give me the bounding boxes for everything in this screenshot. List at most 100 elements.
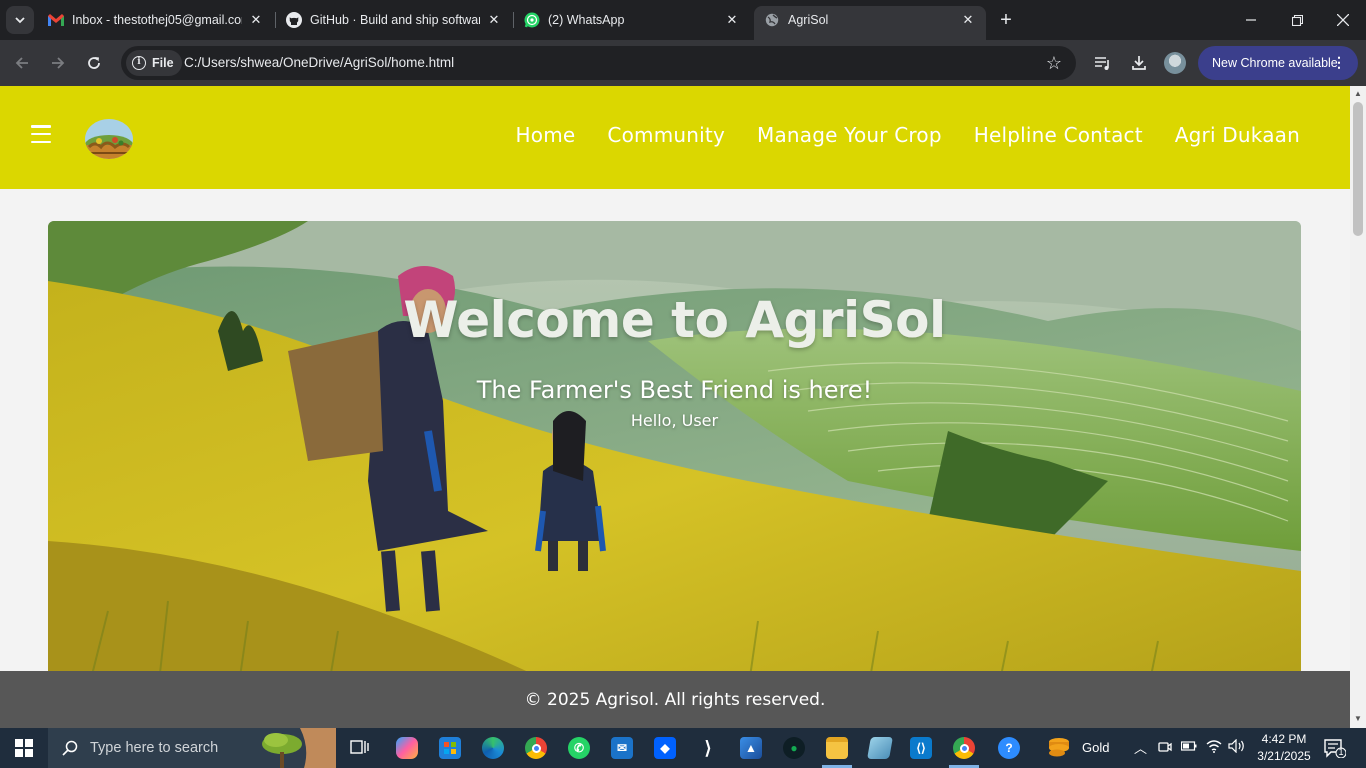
hero-subtitle: The Farmer's Best Friend is here! bbox=[476, 376, 873, 404]
mongodb-compass-icon[interactable]: ● bbox=[775, 732, 813, 764]
vscode-icon[interactable]: ⟨⟩ bbox=[902, 732, 940, 764]
close-tab-icon[interactable]: ✕ bbox=[960, 12, 976, 28]
menu-icon[interactable] bbox=[31, 125, 51, 143]
gold-coins-icon bbox=[1049, 738, 1069, 757]
update-chrome-button[interactable]: New Chrome available ⋮ bbox=[1198, 46, 1358, 80]
taskbar-clock[interactable]: 4:42 PM 3/21/2025 bbox=[1254, 731, 1314, 765]
tab-gmail[interactable]: Inbox - thestothej05@gmail.com ✕ bbox=[38, 6, 274, 34]
meet-now-icon[interactable] bbox=[1158, 740, 1172, 757]
site-info-chip[interactable]: i File bbox=[126, 50, 182, 76]
back-button[interactable] bbox=[8, 49, 36, 77]
file-explorer-icon[interactable] bbox=[818, 732, 856, 768]
search-placeholder: Type here to search bbox=[90, 740, 219, 756]
close-tab-icon[interactable]: ✕ bbox=[724, 12, 740, 28]
start-button[interactable] bbox=[0, 728, 48, 768]
update-label: New Chrome available bbox=[1212, 56, 1338, 70]
paint-icon[interactable]: ▲ bbox=[732, 732, 770, 764]
address-bar[interactable]: i File C:/Users/shwea/OneDrive/AgriSol/h… bbox=[121, 46, 1076, 80]
weather-label: Gold bbox=[1082, 739, 1110, 755]
clock-time: 4:42 PM bbox=[1261, 732, 1307, 746]
page-scrollbar[interactable]: ▲ ▼ bbox=[1350, 86, 1366, 728]
scrollbar-thumb[interactable] bbox=[1353, 102, 1363, 236]
windows-logo-icon bbox=[15, 739, 33, 757]
taskbar-search-box[interactable]: Type here to search bbox=[48, 728, 336, 768]
chrome-taskbar-icon[interactable] bbox=[945, 732, 983, 768]
reload-icon bbox=[88, 57, 100, 69]
mail-icon[interactable]: ✉ bbox=[603, 732, 641, 764]
get-help-icon[interactable]: ? bbox=[990, 732, 1028, 764]
vs-code-insiders-icon[interactable]: ⟩ bbox=[689, 732, 727, 764]
scroll-down-arrow-icon[interactable]: ▼ bbox=[1354, 715, 1362, 723]
task-view-icon[interactable] bbox=[341, 732, 379, 764]
site-header: Home Community Manage Your Crop Helpline… bbox=[0, 86, 1350, 189]
arrow-right-icon bbox=[52, 57, 65, 69]
site-footer: © 2025 Agrisol. All rights reserved. bbox=[0, 671, 1350, 728]
arrow-left-icon bbox=[15, 57, 28, 69]
nav-community[interactable]: Community bbox=[607, 123, 725, 147]
weather-widget[interactable]: Gold bbox=[1046, 736, 1109, 758]
whatsapp-app-icon[interactable]: ✆ bbox=[560, 732, 598, 764]
tab-search-button[interactable] bbox=[6, 6, 34, 34]
hero-title: Welcome to AgriSol bbox=[403, 291, 946, 349]
microsoft-store-icon[interactable] bbox=[431, 732, 469, 764]
agrisol-logo[interactable] bbox=[85, 119, 133, 159]
nav-helpline-contact[interactable]: Helpline Contact bbox=[974, 123, 1143, 147]
nav-agri-dukaan[interactable]: Agri Dukaan bbox=[1175, 123, 1300, 147]
user-greeting: Hello, User bbox=[630, 411, 719, 430]
gmail-icon bbox=[48, 12, 64, 28]
hero-banner: Welcome to AgriSol The Farmer's Best Fri… bbox=[48, 221, 1301, 691]
more-menu-icon: ⋮ bbox=[1332, 54, 1346, 70]
media-controls-icon[interactable] bbox=[1091, 51, 1115, 75]
chevron-down-icon bbox=[15, 17, 25, 24]
profile-avatar[interactable] bbox=[1164, 52, 1186, 74]
url-text[interactable]: C:/Users/shwea/OneDrive/AgriSol/home.htm… bbox=[184, 55, 454, 70]
battery-icon[interactable] bbox=[1180, 740, 1197, 755]
reload-button[interactable] bbox=[80, 49, 108, 77]
github-icon bbox=[286, 12, 302, 28]
browser-toolbar: i File C:/Users/shwea/OneDrive/AgriSol/h… bbox=[0, 40, 1366, 86]
chrome-app-icon[interactable] bbox=[517, 732, 555, 764]
scroll-up-arrow-icon[interactable]: ▲ bbox=[1354, 90, 1362, 98]
page-viewport: Home Community Manage Your Crop Helpline… bbox=[0, 86, 1350, 728]
main-nav: Home Community Manage Your Crop Helpline… bbox=[516, 123, 1300, 147]
close-tab-icon[interactable]: ✕ bbox=[486, 12, 502, 28]
close-window-button[interactable] bbox=[1320, 0, 1366, 40]
forward-button[interactable] bbox=[44, 49, 72, 77]
windows-taskbar: Type here to search ✆ ✉ ◆ ⟩ ▲ ● ⟨⟩ ? Gol… bbox=[0, 728, 1366, 768]
notification-count: 1 bbox=[1338, 747, 1344, 757]
nav-home[interactable]: Home bbox=[516, 123, 576, 147]
download-icon[interactable] bbox=[1127, 51, 1151, 75]
bookmark-star-icon[interactable]: ☆ bbox=[1046, 53, 1062, 74]
dropbox-icon[interactable]: ◆ bbox=[646, 732, 684, 764]
nav-manage-your-crop[interactable]: Manage Your Crop bbox=[757, 123, 942, 147]
search-icon bbox=[62, 740, 78, 756]
tab-agrisol[interactable]: AgriSol ✕ bbox=[754, 6, 986, 40]
copyright-text: © 2025 Agrisol. All rights reserved. bbox=[524, 689, 826, 710]
search-highlight-tree-icon bbox=[262, 728, 336, 768]
tab-github[interactable]: GitHub · Build and ship software ✕ bbox=[276, 6, 512, 34]
tab-title: AgriSol bbox=[788, 13, 829, 27]
minimize-button[interactable] bbox=[1228, 0, 1274, 40]
copilot-icon[interactable] bbox=[388, 732, 426, 764]
clock-date: 3/21/2025 bbox=[1257, 749, 1311, 763]
tab-whatsapp[interactable]: (2) WhatsApp ✕ bbox=[514, 6, 750, 34]
whatsapp-icon bbox=[524, 12, 540, 28]
tab-title: GitHub · Build and ship software bbox=[310, 13, 480, 27]
restore-button[interactable] bbox=[1274, 0, 1320, 40]
info-icon: i bbox=[132, 56, 146, 70]
close-icon bbox=[1337, 14, 1349, 26]
tab-title: (2) WhatsApp bbox=[548, 13, 625, 27]
minimize-icon bbox=[1246, 19, 1256, 21]
wifi-icon[interactable] bbox=[1206, 739, 1222, 756]
new-tab-button[interactable]: + bbox=[994, 8, 1018, 32]
notification-center-icon[interactable]: 1 bbox=[1324, 738, 1347, 763]
close-tab-icon[interactable]: ✕ bbox=[248, 12, 264, 28]
volume-icon[interactable] bbox=[1228, 738, 1246, 756]
tab-strip: Inbox - thestothej05@gmail.com ✕ GitHub … bbox=[0, 0, 1366, 40]
tab-title: Inbox - thestothej05@gmail.com bbox=[72, 13, 242, 27]
notes-app-icon[interactable] bbox=[861, 732, 899, 764]
show-hidden-icons-chevron-icon[interactable]: ︿ bbox=[1134, 738, 1147, 757]
globe-icon bbox=[764, 12, 780, 28]
site-info-label: File bbox=[152, 56, 174, 70]
edge-icon[interactable] bbox=[474, 732, 512, 764]
